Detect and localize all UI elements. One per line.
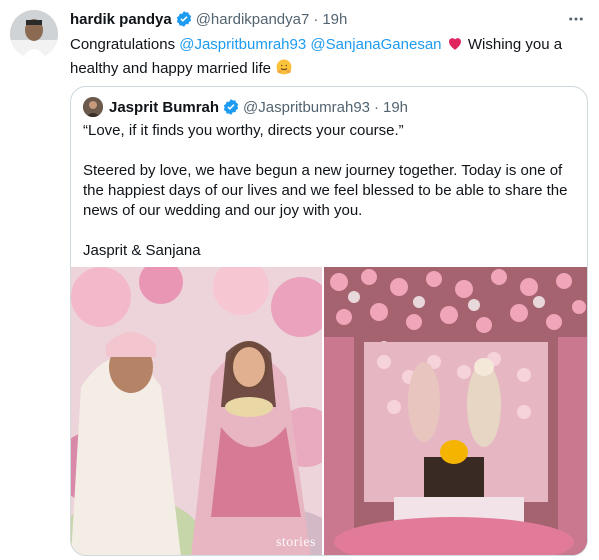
tweet-text-prefix: Congratulations [70, 36, 180, 53]
tweet-text: Congratulations @Jaspritbumrah93 @Sanjan… [70, 34, 570, 82]
more-options-icon[interactable] [565, 8, 587, 30]
tweet-header: hardik pandya @hardikpandya7 · 19h [70, 10, 347, 28]
tweet[interactable]: hardik pandya @hardikpandya7 · 19h Congr… [0, 0, 599, 560]
quoted-author-handle: @Jaspritbumrah93 [243, 98, 370, 116]
red-heart-icon [446, 34, 464, 58]
verified-badge-icon [176, 11, 191, 27]
quoted-tweet-time: 19h [383, 98, 409, 116]
quoted-author-avatar [83, 97, 103, 117]
hugging-face-icon [275, 58, 293, 82]
quoted-text-signature: Jasprit & Sanjana [83, 242, 201, 259]
mention-jaspritbumrah93[interactable]: @Jaspritbumrah93 [179, 36, 306, 53]
author-avatar[interactable] [10, 10, 58, 58]
quoted-author-name: Jasprit Bumrah [109, 98, 220, 116]
wedding-photo-right[interactable] [324, 267, 587, 555]
separator-dot: · [374, 98, 379, 116]
tweet-time[interactable]: 19h [322, 11, 347, 28]
quoted-text-line: “Love, if it finds you worthy, directs y… [83, 122, 404, 139]
author-name[interactable]: hardik pandya [70, 11, 172, 28]
wedding-photo-left[interactable]: stories [71, 267, 322, 555]
mention-sanjanaganesan[interactable]: @SanjanaGanesan [310, 36, 441, 53]
quoted-tweet[interactable]: Jasprit Bumrah @Jaspritbumrah93 · 19h “L… [70, 86, 588, 556]
verified-badge-icon [223, 99, 239, 115]
photo-watermark: stories [275, 535, 316, 550]
separator-dot: · [313, 10, 319, 28]
author-handle[interactable]: @hardikpandya7 [196, 11, 310, 28]
quoted-text-paragraph: Steered by love, we have begun a new jou… [83, 162, 568, 219]
quoted-tweet-text: “Love, if it finds you worthy, directs y… [83, 121, 575, 261]
quoted-tweet-header: Jasprit Bumrah @Jaspritbumrah93 · 19h [83, 97, 408, 117]
